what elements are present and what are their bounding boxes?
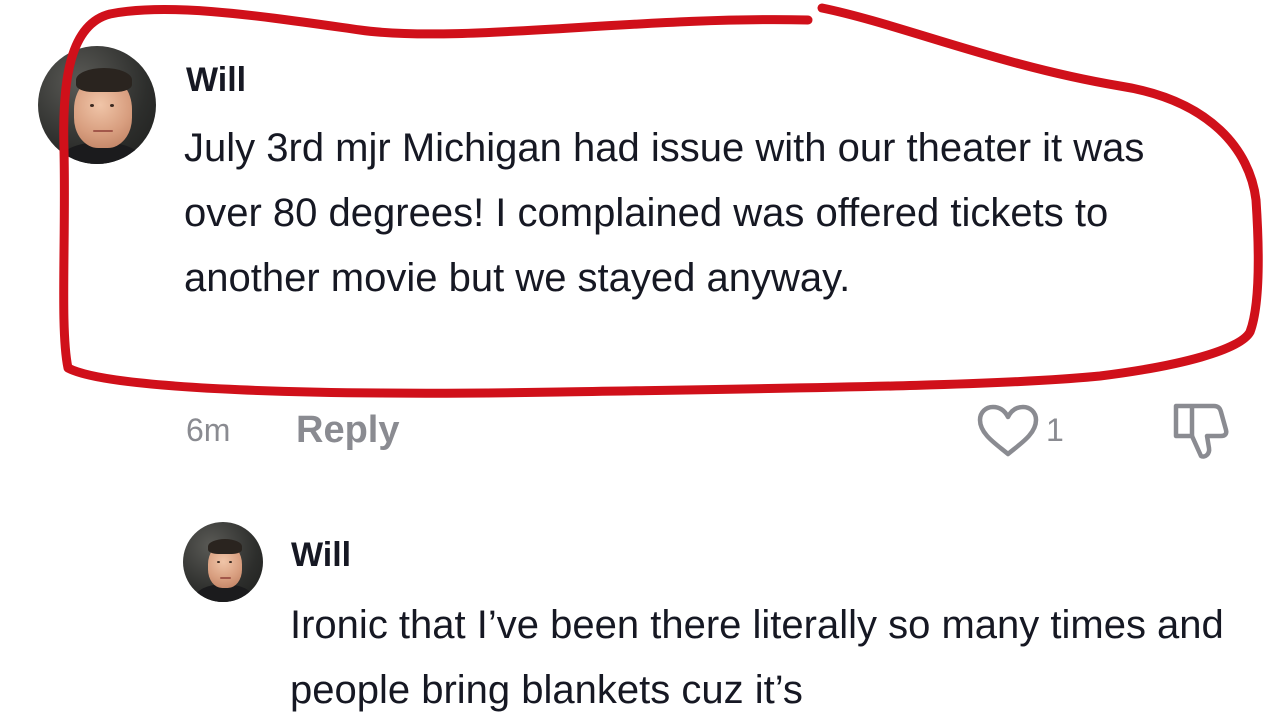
avatar-eye — [90, 104, 94, 107]
avatar-hair — [208, 539, 242, 554]
avatar-mouth — [93, 130, 113, 132]
avatar-eye — [229, 561, 232, 563]
like-count: 1 — [1046, 412, 1064, 448]
comment-text: July 3rd mjr Michigan had issue with our… — [184, 126, 1145, 300]
reply-username[interactable]: Will — [291, 535, 351, 575]
avatar-hair — [76, 68, 132, 92]
thumbs-down-icon — [1173, 403, 1229, 459]
avatar-mouth — [220, 577, 231, 579]
avatar-eye — [217, 561, 220, 563]
reply-text: Ironic that I’ve been there literally so… — [290, 603, 1224, 712]
comment-username[interactable]: Will — [186, 60, 246, 100]
reply-avatar[interactable] — [183, 522, 263, 602]
commenter-avatar[interactable] — [38, 46, 156, 164]
avatar-eye — [110, 104, 114, 107]
dislike-button[interactable] — [1170, 400, 1232, 462]
like-button[interactable] — [976, 402, 1040, 462]
comment-timestamp: 6m — [186, 412, 231, 448]
heart-icon — [977, 404, 1039, 457]
reply-button[interactable]: Reply — [296, 408, 399, 452]
